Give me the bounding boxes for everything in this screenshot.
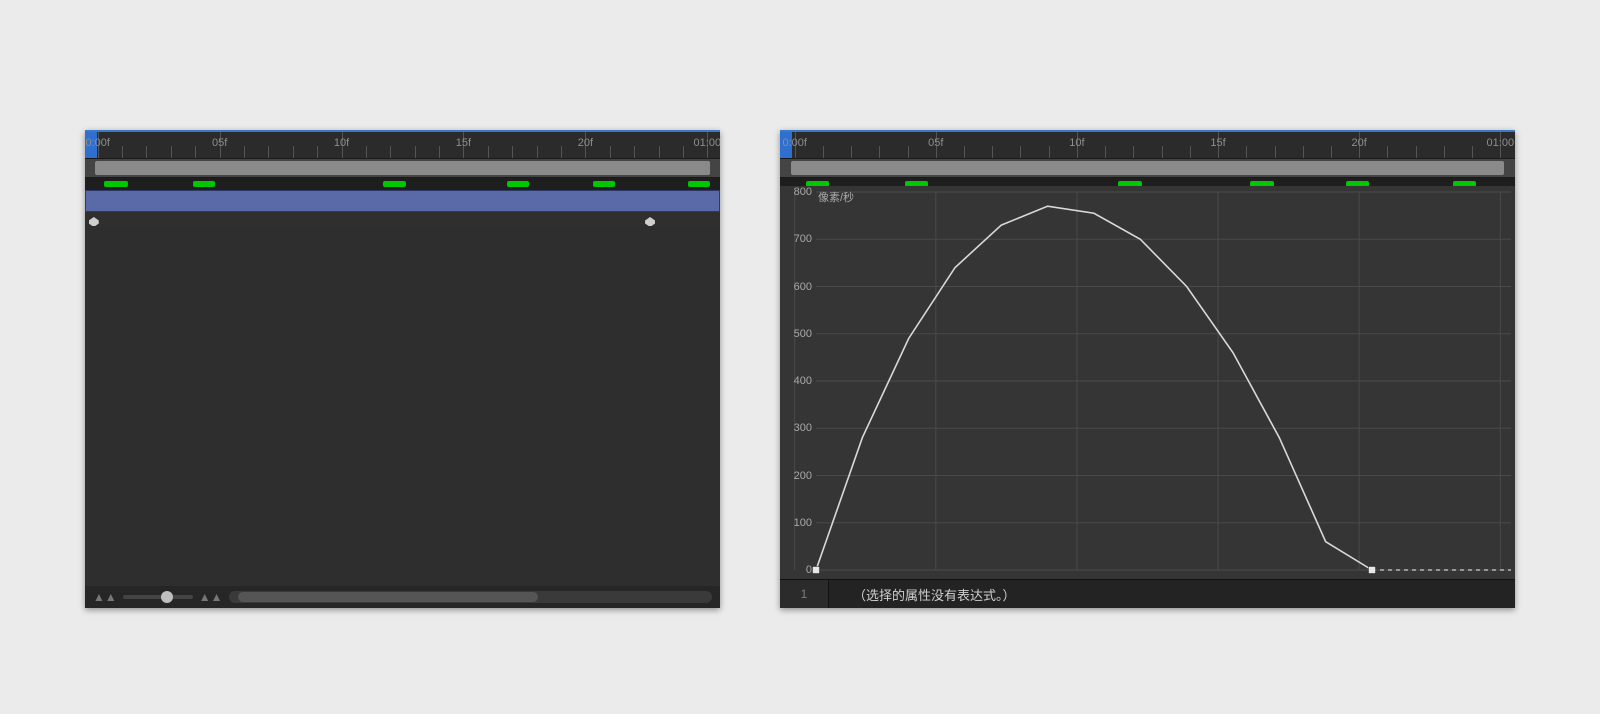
speed-curve[interactable] xyxy=(816,206,1372,570)
ruler-label: 05f xyxy=(928,137,943,149)
speed-graph[interactable]: 像素/秒 0 100 200 300 400 500 600 700 800 xyxy=(780,186,1515,580)
time-ruler[interactable]: 0:00f 05f 10f 15f 20f 01:00 xyxy=(780,130,1515,158)
ruler-label: 10f xyxy=(334,137,349,149)
zoom-in-icon[interactable]: ▲▲ xyxy=(199,590,223,604)
y-tick-label: 500 xyxy=(794,328,812,340)
timeline-empty-area xyxy=(85,226,720,586)
y-tick-label: 400 xyxy=(794,375,812,387)
graph-grid xyxy=(795,192,1511,570)
zoom-slider[interactable] xyxy=(123,595,193,599)
ruler-label: 20f xyxy=(1352,137,1367,149)
zoom-out-icon[interactable]: ▲▲ xyxy=(93,590,117,604)
ruler-label: 15f xyxy=(456,137,471,149)
keyframe-segment[interactable] xyxy=(507,181,529,187)
y-tick-label: 0 xyxy=(806,564,812,576)
ruler-label: 0:00f xyxy=(782,137,806,149)
ruler-label: 01:00 xyxy=(1487,137,1515,149)
ruler-label: 10f xyxy=(1069,137,1084,149)
layer-bar[interactable] xyxy=(85,190,720,212)
work-area-span[interactable] xyxy=(95,161,711,175)
work-area-span[interactable] xyxy=(791,161,1504,175)
ruler-label: 15f xyxy=(1210,137,1225,149)
keyframe-segment[interactable] xyxy=(104,181,128,187)
work-area-bar[interactable] xyxy=(780,158,1515,178)
expression-line-number: 1 xyxy=(780,580,829,608)
expression-message: （选择的属性没有表达式。） xyxy=(829,585,1016,604)
ruler-label: 01:00 xyxy=(694,137,720,149)
expression-bar: 1 （选择的属性没有表达式。） xyxy=(780,579,1515,608)
keyframe-handle-end[interactable] xyxy=(1369,567,1376,574)
time-ruler[interactable]: 0:00f 05f 10f 15f 20f 01:00 xyxy=(85,130,720,158)
ruler-label: 0:00f xyxy=(85,137,109,149)
y-tick-label: 300 xyxy=(794,422,812,434)
y-tick-label: 800 xyxy=(794,186,812,198)
keyframe-segment[interactable] xyxy=(383,181,405,187)
ruler-label: 05f xyxy=(212,137,227,149)
work-area-bar[interactable] xyxy=(85,158,720,178)
timeline-scrollbar[interactable] xyxy=(229,591,712,603)
graph-svg xyxy=(780,186,1515,580)
keyframe-segment[interactable] xyxy=(193,181,215,187)
keyframe-segment[interactable] xyxy=(593,181,615,187)
timeline-panel: 0:00f 05f 10f 15f 20f 01:00 ▲▲ ▲▲ xyxy=(85,130,720,608)
y-tick-label: 700 xyxy=(794,233,812,245)
graph-editor-panel: 0:00f 05f 10f 15f 20f 01:00 像素/秒 0 100 200 300 40… xyxy=(780,130,1515,608)
y-tick-label: 600 xyxy=(794,281,812,293)
ruler-label: 20f xyxy=(578,137,593,149)
y-tick-label: 200 xyxy=(794,470,812,482)
timeline-footer: ▲▲ ▲▲ xyxy=(85,586,720,608)
y-axis-unit: 像素/秒 xyxy=(818,189,854,205)
timeline-scrollbar-thumb[interactable] xyxy=(238,592,538,602)
zoom-slider-knob[interactable] xyxy=(161,591,173,603)
keyframe-segment[interactable] xyxy=(688,181,710,187)
y-axis-labels: 0 100 200 300 400 500 600 700 800 xyxy=(780,186,816,580)
y-tick-label: 100 xyxy=(794,517,812,529)
